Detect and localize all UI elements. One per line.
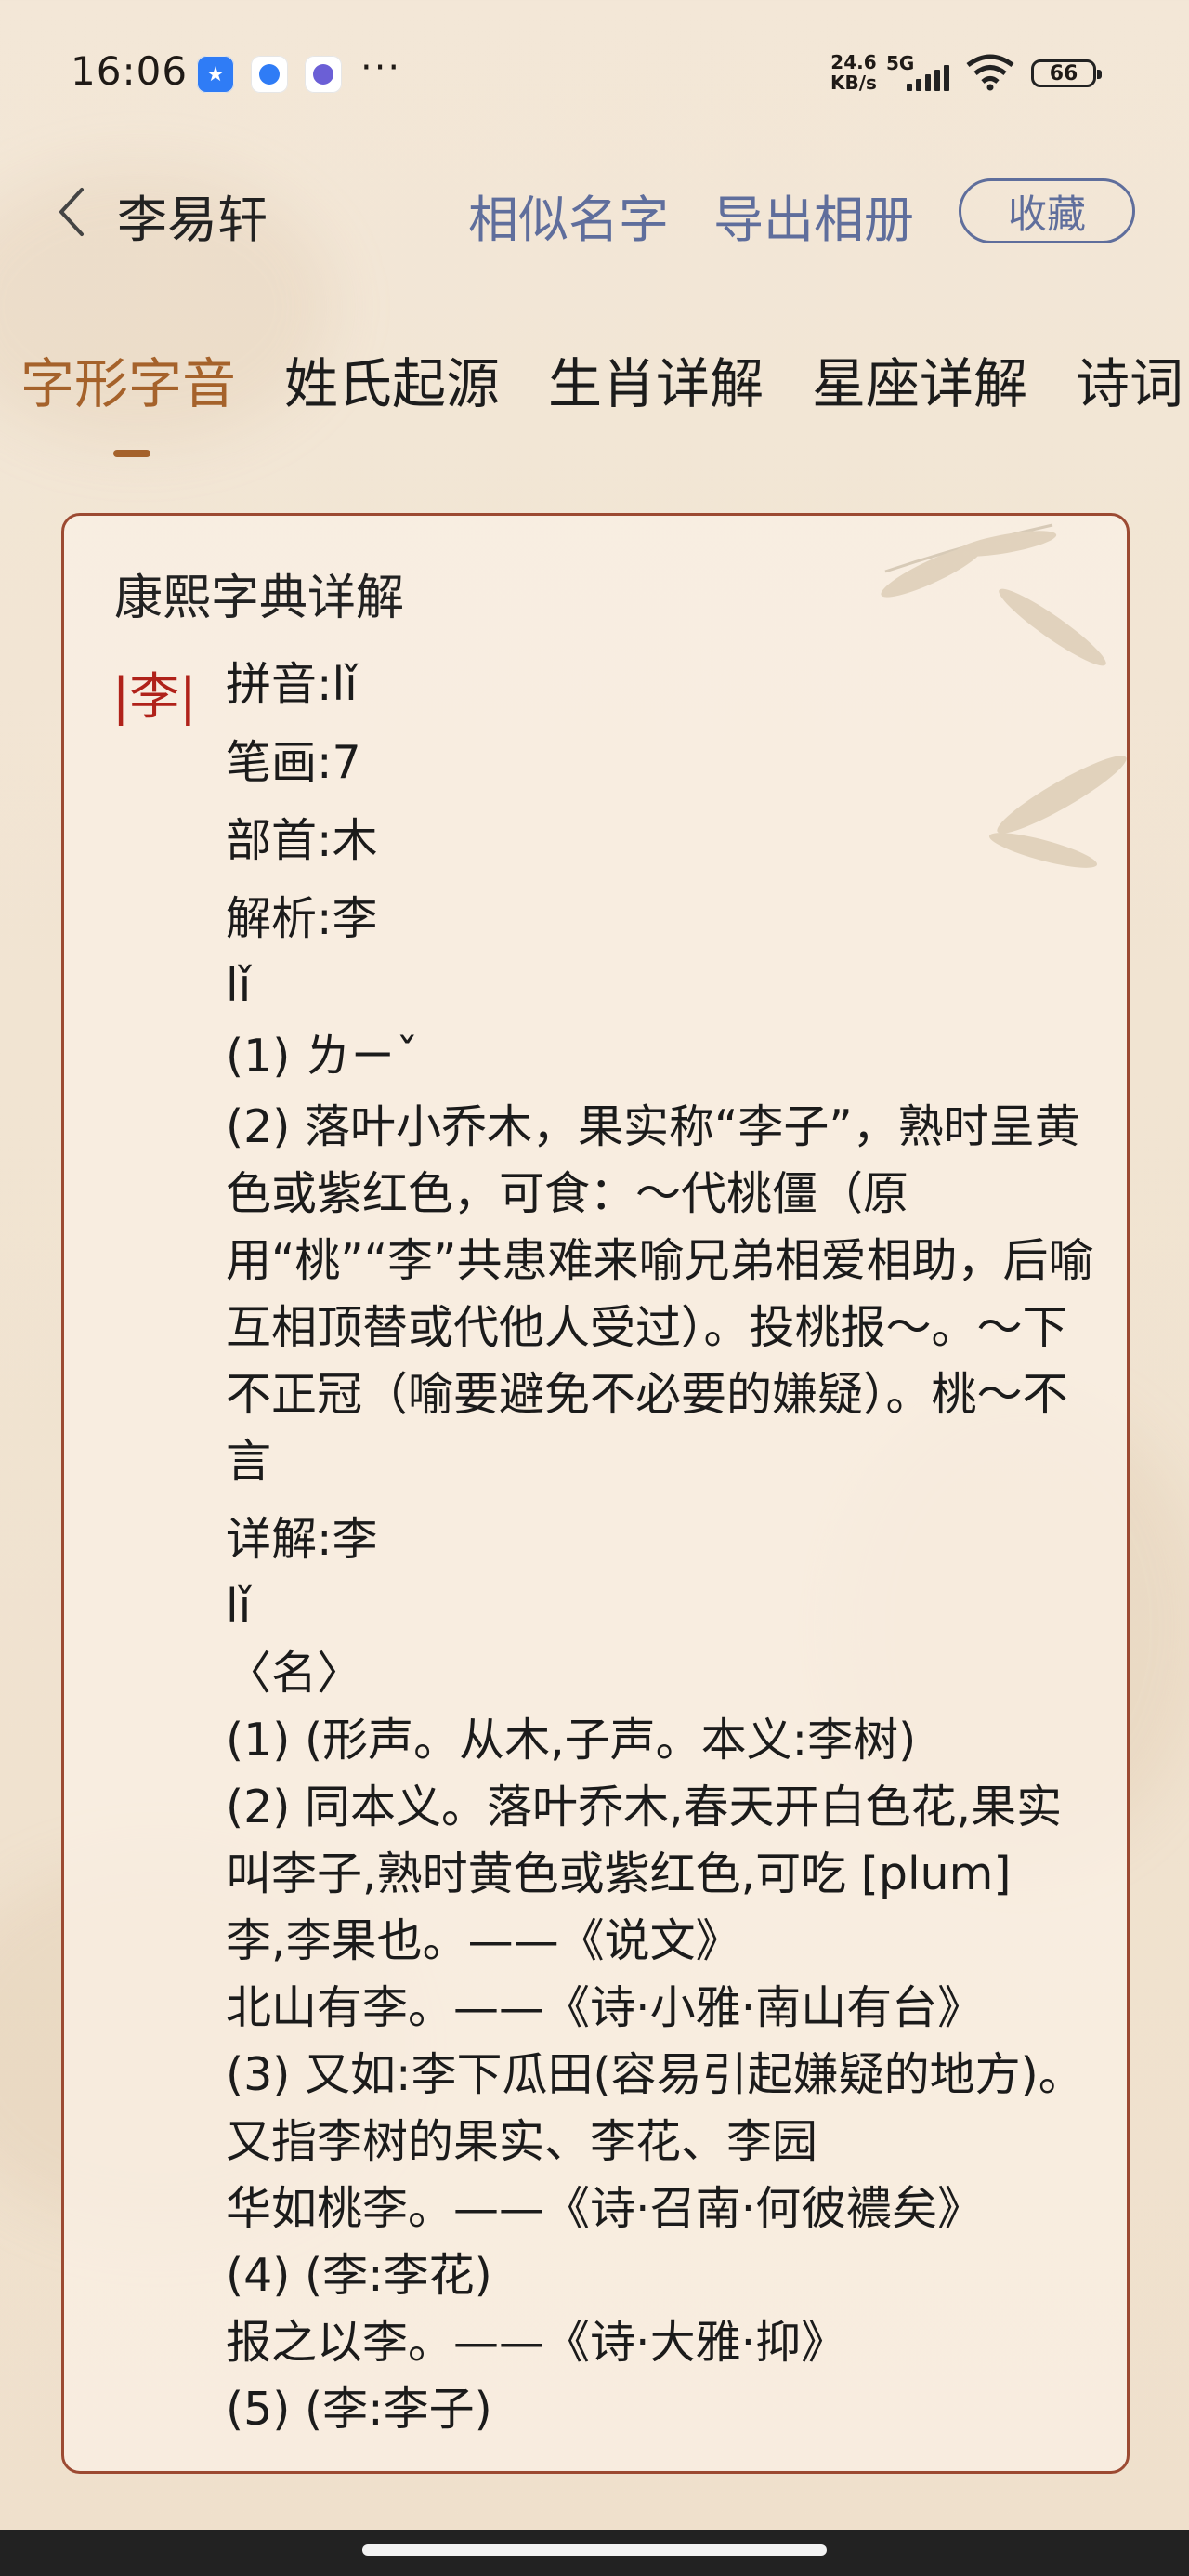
speed-value: 24.6	[830, 51, 877, 73]
definition-line: (4) (李:李花)	[226, 2249, 492, 2302]
status-time: 16:06	[71, 48, 189, 94]
page-title: 李易轩	[117, 191, 268, 249]
definition-line: 笔画:7	[226, 736, 361, 789]
tab-bar: 字形字音 姓氏起源 生肖详解 星座详解 诗词	[0, 340, 1189, 415]
card-title: 康熙字典详解	[114, 571, 405, 626]
definition-line: 详解:李	[226, 1513, 378, 1566]
notification-app-icon: ★	[197, 56, 234, 93]
status-bar: 16:06 ★ ··· 24.6 KB/s 5G 66	[0, 0, 1189, 149]
signal-icon	[907, 65, 949, 91]
export-album-link[interactable]: 导出相册	[713, 178, 914, 252]
definition-line: 报之以李。——《诗·大雅·抑》	[226, 2316, 847, 2369]
similar-names-link[interactable]: 相似名字	[468, 178, 669, 252]
definition-line: (3) 又如:李下瓜田(容易引起嫌疑的地方)。又指李树的果实、李花、李园	[226, 2048, 1084, 2168]
definition-line: lǐ	[226, 1580, 252, 1633]
wifi-icon	[966, 54, 1014, 91]
definition-line: (2) 落叶小乔木，果实称“李子”，熟时呈黄色或紫红色，可食：～代桃僵（原用“桃…	[226, 1100, 1094, 1488]
kangxi-dictionary-card: 康熙字典详解 |李| 拼音:lǐ 笔画:7 部首:木 解析:李 lǐ (1) ㄌ…	[61, 513, 1130, 2474]
definition-line: 李,李果也。——《说文》	[226, 1914, 741, 1967]
favorite-button[interactable]: 收藏	[959, 178, 1135, 243]
tab-glyph-pronunciation[interactable]: 字形字音	[20, 340, 236, 418]
definition-line: 部首:木	[226, 814, 378, 867]
tab-constellation-details[interactable]: 星座详解	[812, 340, 1027, 418]
definition-line: (1) ㄌㄧˇ	[226, 1030, 419, 1083]
definition-line: 拼音:lǐ	[226, 658, 358, 711]
home-indicator[interactable]	[362, 2544, 827, 2556]
speed-unit: KB/s	[830, 72, 877, 94]
notification-app-icon-3	[305, 56, 342, 93]
definition-content: 拼音:lǐ 笔画:7 部首:木 解析:李 lǐ (1) ㄌㄧˇ (2) 落叶小乔…	[226, 651, 1099, 2443]
battery-level: 66	[1049, 61, 1078, 85]
definition-line: (5) (李:李子)	[226, 2383, 492, 2436]
active-tab-indicator	[113, 450, 150, 457]
definition-line: 华如桃李。——《诗·召南·何彼襛矣》	[226, 2182, 984, 2235]
character-mark: |李|	[112, 667, 197, 726]
battery-icon: 66	[1031, 59, 1102, 87]
notification-app-icon-2	[251, 56, 288, 93]
more-notifications-icon: ···	[360, 46, 402, 89]
definition-line: (2) 同本义。落叶乔木,春天开白色花,果实叫李子,熟时黄色或紫红色,可吃 [p…	[226, 1781, 1063, 1900]
definition-line: 〈名〉	[226, 1647, 363, 1700]
tab-zodiac-details[interactable]: 生肖详解	[548, 340, 764, 418]
definition-line: (1) (形声。从木,子声。本义:李树)	[226, 1714, 917, 1767]
definition-line: 解析:李	[226, 892, 378, 945]
definition-line: lǐ	[226, 959, 252, 1012]
network-speed: 24.6 KB/s	[830, 52, 877, 93]
definition-line: 北山有李。——《诗·小雅·南山有台》	[226, 1981, 984, 2034]
tab-poetry[interactable]: 诗词	[1076, 340, 1183, 418]
back-arrow-icon[interactable]	[52, 182, 93, 242]
tab-surname-origin[interactable]: 姓氏起源	[284, 340, 500, 418]
